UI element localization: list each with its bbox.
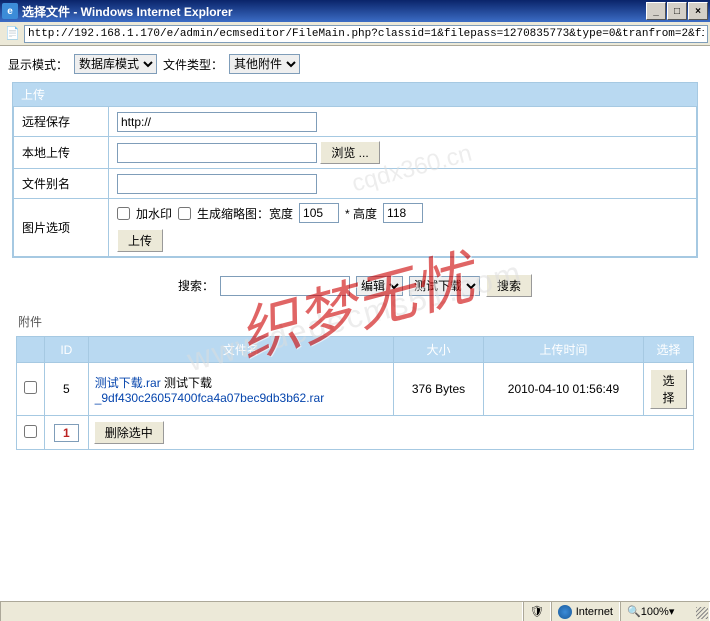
row-time: 2010-04-10 01:56:49 (484, 363, 644, 416)
thumb-width-input[interactable] (299, 203, 339, 223)
search-row: 搜索： 编辑 测试下载 搜索 (8, 264, 702, 307)
col-select: 选择 (644, 337, 694, 363)
col-size: 大小 (394, 337, 484, 363)
page-content: 显示模式： 数据库模式 文件类型： 其他附件 上传 远程保存 本地上传 浏览 .… (0, 46, 710, 601)
attachments-table: ID 文件名 大小 上传时间 选择 5 测试下载.rar 测试下载 _9df43… (16, 336, 694, 450)
maximize-button[interactable]: □ (667, 2, 687, 20)
image-option-label: 图片选项 (14, 199, 109, 257)
local-upload-label: 本地上传 (14, 137, 109, 169)
remote-save-label: 远程保存 (14, 107, 109, 137)
upload-form: 远程保存 本地上传 浏览 ... 文件别名 图片选项 加水印 (13, 106, 697, 257)
attachments-title: 附件 (8, 307, 702, 336)
address-bar: 📄 (0, 22, 710, 46)
search-button[interactable]: 搜索 (486, 274, 532, 297)
select-all-checkbox[interactable] (24, 425, 37, 438)
watermark-checkbox[interactable] (117, 207, 130, 220)
globe-icon (558, 605, 572, 619)
minimize-button[interactable]: _ (646, 2, 666, 20)
height-label: * 高度 (345, 205, 377, 222)
col-time: 上传时间 (484, 337, 644, 363)
filter-row: 显示模式： 数据库模式 文件类型： 其他附件 (8, 54, 702, 74)
row-select-button[interactable]: 选择 (650, 369, 687, 409)
close-button[interactable]: × (688, 2, 708, 20)
status-bar: 🛡 Internet 🔍 100% ▾ (0, 601, 710, 621)
row-id: 5 (45, 363, 89, 416)
col-id: ID (45, 337, 89, 363)
file-desc: 测试下载 (164, 376, 212, 390)
search-category-select[interactable]: 测试下载 (409, 276, 480, 296)
watermark-label: 加水印 (136, 205, 172, 222)
resize-grip[interactable] (696, 607, 708, 619)
thumbnail-label: 生成缩略图：宽度 (197, 205, 293, 222)
page-icon: 📄 (5, 26, 21, 42)
upload-panel-header: 上传 (13, 83, 697, 106)
upload-panel: 上传 远程保存 本地上传 浏览 ... 文件别名 图片选项 (12, 82, 698, 258)
display-mode-select[interactable]: 数据库模式 (74, 54, 157, 74)
window-title: 选择文件 - Windows Internet Explorer (22, 3, 645, 20)
thumbnail-checkbox[interactable] (178, 207, 191, 220)
file-alias-input[interactable] (117, 174, 317, 194)
row-size: 376 Bytes (394, 363, 484, 416)
browse-button[interactable]: 浏览 ... (320, 141, 379, 164)
display-mode-label: 显示模式： (8, 56, 68, 73)
file-type-select[interactable]: 其他附件 (229, 54, 300, 74)
upload-button[interactable]: 上传 (117, 229, 163, 252)
window-controls: _ □ × (645, 2, 708, 20)
page-number[interactable]: 1 (54, 424, 79, 442)
pager-row: 1 删除选中 (17, 416, 694, 450)
url-input[interactable] (24, 25, 708, 43)
ie-icon: e (2, 3, 18, 19)
thumb-height-input[interactable] (383, 203, 423, 223)
file-link-2[interactable]: _9df430c26057400fca4a07bec9db3b62.rar (95, 391, 325, 405)
file-link-1[interactable]: 测试下载.rar (95, 376, 161, 390)
remote-save-input[interactable] (117, 112, 317, 132)
row-checkbox[interactable] (24, 381, 37, 394)
col-name: 文件名 (88, 337, 393, 363)
status-zone: Internet (551, 602, 620, 621)
window-titlebar: e 选择文件 - Windows Internet Explorer _ □ × (0, 0, 710, 22)
search-label: 搜索： (178, 277, 214, 294)
search-field-select[interactable]: 编辑 (356, 276, 403, 296)
file-alias-label: 文件别名 (14, 169, 109, 199)
status-left (0, 602, 523, 621)
status-security: 🛡 (523, 602, 551, 621)
delete-selected-button[interactable]: 删除选中 (94, 421, 164, 444)
table-row: 5 测试下载.rar 测试下载 _9df430c26057400fca4a07b… (17, 363, 694, 416)
search-input[interactable] (220, 276, 350, 296)
file-type-label: 文件类型： (163, 56, 223, 73)
local-upload-input[interactable] (117, 143, 317, 163)
